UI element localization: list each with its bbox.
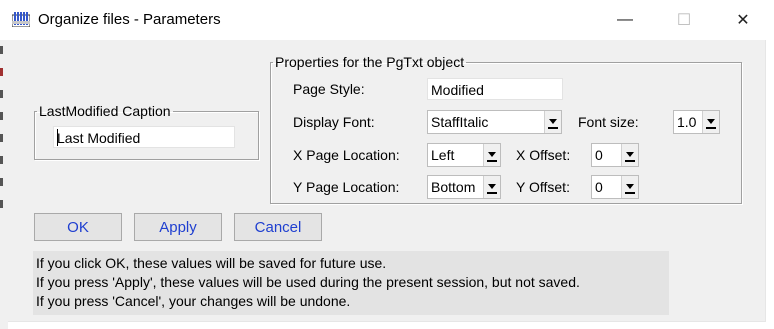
dropdown-arrow-icon[interactable] <box>483 144 500 166</box>
display-font-label: Display Font: <box>293 114 375 130</box>
dropdown-arrow-icon[interactable] <box>621 144 638 166</box>
apply-button[interactable]: Apply <box>134 213 222 241</box>
font-size-label: Font size: <box>578 114 639 130</box>
font-size-select[interactable]: 1.0 <box>673 110 720 134</box>
info-panel: If you click OK, these values will be sa… <box>33 251 669 315</box>
y-page-location-select[interactable]: Bottom <box>427 175 501 199</box>
page-style-input[interactable]: Modified <box>427 78 563 100</box>
y-page-location-label: Y Page Location: <box>293 179 400 195</box>
dropdown-arrow-icon[interactable] <box>483 176 500 198</box>
info-line: If you click OK, these values will be sa… <box>36 255 387 271</box>
display-font-value: StaffItalic <box>431 114 489 130</box>
cancel-button[interactable]: Cancel <box>234 213 322 241</box>
y-offset-value: 0 <box>595 179 603 195</box>
x-page-location-label: X Page Location: <box>293 147 400 163</box>
font-size-value: 1.0 <box>677 114 697 130</box>
dropdown-arrow-icon[interactable] <box>702 111 719 133</box>
y-page-location-value: Bottom <box>431 179 476 195</box>
window-edge <box>0 40 8 329</box>
properties-group-legend: Properties for the PgTxt object <box>275 54 465 70</box>
y-offset-select[interactable]: 0 <box>591 175 639 199</box>
close-button[interactable]: ✕ <box>718 0 768 40</box>
info-line: If you press 'Apply', these values will … <box>36 274 580 290</box>
window-title: Organize files - Parameters <box>38 11 221 28</box>
x-page-location-value: Left <box>431 147 455 163</box>
dropdown-arrow-icon[interactable] <box>544 111 561 133</box>
page-style-label: Page Style: <box>293 81 365 97</box>
minimize-icon: — <box>617 11 633 28</box>
maximize-icon: ☐ <box>676 12 692 29</box>
x-offset-select[interactable]: 0 <box>591 143 639 167</box>
dropdown-arrow-icon[interactable] <box>621 176 638 198</box>
text-caret <box>57 129 58 146</box>
caption-group-legend: LastModified Caption <box>39 103 171 119</box>
app-icon <box>12 12 30 27</box>
x-page-location-select[interactable]: Left <box>427 143 501 167</box>
maximize-button[interactable]: ☐ <box>659 0 709 40</box>
x-offset-value: 0 <box>595 147 603 163</box>
close-icon: ✕ <box>736 12 750 29</box>
caption-input[interactable]: Last Modified <box>53 126 235 148</box>
title-bar[interactable]: Organize files - Parameters — ☐ ✕ <box>0 0 774 40</box>
ok-button[interactable]: OK <box>34 213 122 241</box>
x-offset-label: X Offset: <box>516 147 571 163</box>
y-offset-label: Y Offset: <box>516 179 570 195</box>
minimize-button[interactable]: — <box>600 0 650 40</box>
display-font-select[interactable]: StaffItalic <box>427 110 562 134</box>
info-line: If you press 'Cancel', your changes will… <box>36 293 351 309</box>
